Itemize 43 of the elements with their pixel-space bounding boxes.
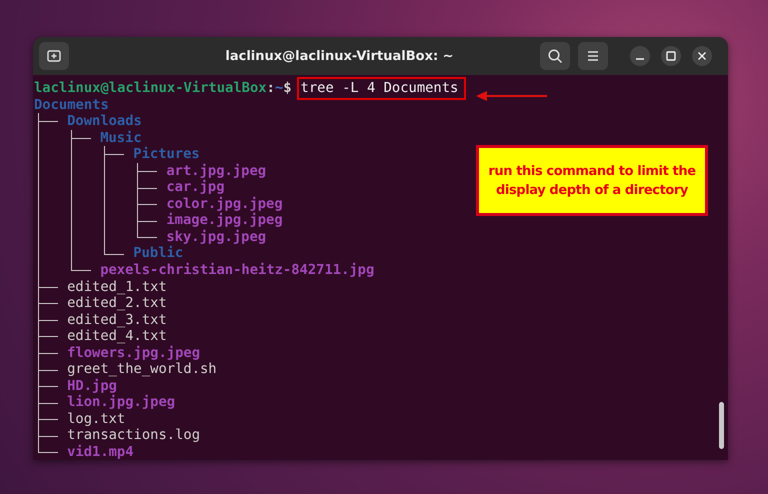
close-icon [697, 51, 707, 61]
minimize-button[interactable] [630, 46, 650, 66]
tree-entry: edited_4.txt [67, 328, 167, 345]
tree-entry: edited_1.txt [67, 278, 167, 296]
maximize-icon [666, 51, 676, 61]
tree-entry: edited_3.txt [67, 312, 167, 328]
tree-entry: sky.jpg.jpeg [166, 228, 266, 246]
close-button[interactable] [692, 46, 712, 66]
tree-entry: car.jpg [166, 179, 225, 196]
tree-entry: Pictures [133, 146, 200, 163]
tree-entry: greet_the_world.sh [67, 361, 217, 378]
annotation-callout: run this command to limit the display depth of a directory [476, 145, 708, 216]
tree-entry: log.txt [67, 410, 126, 428]
prompt-separator: : [266, 80, 275, 97]
tree-entry: Downloads [67, 113, 142, 130]
tree-entry: transactions.log [67, 427, 200, 444]
tree-entry: vid1.mp4 [67, 444, 134, 460]
tree-entry: flowers.jpg.jpeg [67, 344, 200, 362]
maximize-button[interactable] [661, 46, 681, 66]
menu-button[interactable] [578, 42, 608, 70]
tree-entry: Documents [34, 96, 109, 114]
menu-icon [586, 50, 600, 62]
tree-entry: color.jpg.jpeg [166, 196, 283, 212]
prompt-symbol: $ [283, 80, 292, 97]
minimize-icon [636, 58, 644, 60]
new-tab-icon [47, 49, 61, 63]
tree-entry: Music [100, 130, 142, 146]
new-tab-button[interactable] [39, 42, 69, 70]
window-title: laclinux@laclinux-VirtualBox: ~ [224, 48, 455, 64]
tree-entry: image.jpg.jpeg [166, 212, 283, 229]
prompt-user-host: laclinux@laclinux-VirtualBox [34, 80, 267, 97]
pointer-arrow [476, 90, 548, 102]
tree-entry: Public [133, 245, 184, 262]
prompt-path: ~ [274, 80, 284, 97]
search-button[interactable] [540, 42, 570, 70]
command-text: tree -L 4 Documents [300, 80, 464, 97]
tree-entry: pexels-christian-heitz-842711.jpg [100, 262, 374, 279]
tree-entry: lion.jpg.jpeg [67, 394, 176, 411]
tree-entry: edited_2.txt [67, 295, 167, 312]
tree-entry: HD.jpg [67, 378, 117, 394]
tree-entry: art.jpg.jpeg [166, 162, 266, 180]
scrollbar-thumb[interactable] [719, 402, 724, 449]
search-icon [547, 48, 563, 64]
